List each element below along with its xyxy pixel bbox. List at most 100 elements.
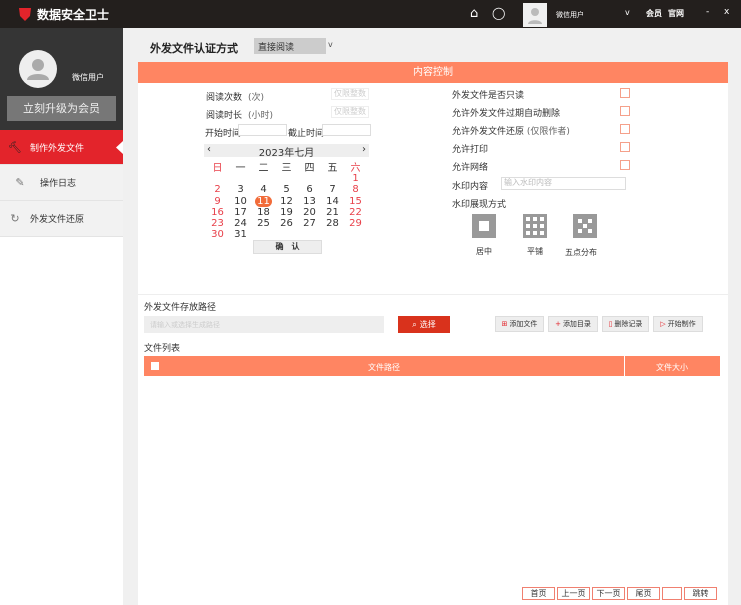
calendar-day[interactable]: 31 (229, 229, 252, 240)
weekday-label: 五 (327, 163, 338, 174)
options-list: 外发文件是否只读 允许外发文件过期自动删除 允许外发文件还原 (仅限作者) 允许打印允… (452, 88, 630, 178)
start-making-button[interactable]: ▷ 开始制作 (653, 316, 703, 332)
calendar-day[interactable]: 3 (229, 184, 252, 195)
auth-label: 外发文件认证方式 (150, 42, 238, 55)
mode-label: 平铺 (527, 247, 543, 256)
calendar-day[interactable]: 2 (206, 184, 229, 195)
watermark-input[interactable]: 输入水印内容 (501, 177, 626, 190)
calendar-day[interactable]: 19 (275, 207, 298, 218)
calendar-day[interactable]: 10 (229, 196, 252, 207)
option-checkbox[interactable] (620, 124, 630, 134)
calendar-day[interactable]: 9 (206, 196, 229, 207)
add-file-button[interactable]: ⊞ 添加文件 (495, 316, 544, 332)
calendar-confirm-button[interactable]: 确 认 (253, 240, 322, 254)
calendar-day[interactable]: 12 (275, 196, 298, 207)
read-count-input[interactable]: 仅限整数 (331, 88, 369, 100)
five-point-icon (573, 214, 597, 238)
option-label: 允许外发文件过期自动删除 (452, 109, 561, 119)
end-time-label: 截止时间 (288, 129, 325, 139)
calendar-day[interactable]: 1 (344, 173, 367, 184)
trash-icon: ▯ (608, 320, 613, 328)
add-directory-button[interactable]: + 添加目录 (548, 316, 598, 332)
last-page-button[interactable]: 尾页 (627, 587, 660, 600)
option-checkbox[interactable] (620, 142, 630, 152)
auth-select[interactable]: 直接阅读 (254, 38, 326, 54)
calendar-day[interactable]: 24 (229, 218, 252, 229)
end-time-input[interactable] (322, 124, 371, 136)
calendar-day[interactable]: 5 (275, 184, 298, 195)
plus-icon: + (555, 320, 561, 328)
calendar-day[interactable]: 15 (344, 196, 367, 207)
tile-icon (523, 214, 547, 238)
option-checkbox[interactable] (620, 88, 630, 98)
calendar-day[interactable]: 17 (229, 207, 252, 218)
calendar-day[interactable]: 11 (252, 195, 275, 207)
user-panel: 微信用户 立刻升级为会员 (0, 28, 123, 130)
watermark-mode-center[interactable]: 居中 (472, 214, 496, 257)
main-panel: 内容控制 阅读次数 (次) 仅限整数 阅读时长 (小时) 仅限整数 开始时间 截… (138, 62, 728, 605)
user-name[interactable]: 微信用户 (556, 10, 584, 20)
calendar-day[interactable]: 29 (344, 218, 367, 229)
button-label: 开始制作 (667, 320, 696, 328)
page-input[interactable] (662, 587, 682, 600)
path-label: 外发文件存放路径 (144, 303, 217, 313)
sidebar: 微信用户 立刻升级为会员 🔨︎ 制作外发文件 ✎ 操作日志 ↻ 外发文件还原 (0, 28, 123, 605)
calendar-day[interactable]: 28 (321, 218, 344, 229)
option-checkbox[interactable] (620, 160, 630, 170)
calendar-day[interactable]: 18 (252, 207, 275, 218)
user-name: 微信用户 (72, 73, 104, 82)
close-button[interactable]: x (724, 7, 729, 17)
sidebar-item-log[interactable]: ✎ 操作日志 (0, 165, 123, 201)
calendar-day[interactable]: 26 (275, 218, 298, 229)
chevron-down-icon[interactable]: v (328, 40, 333, 49)
delete-record-button[interactable]: ▯ 删除记录 (602, 316, 649, 332)
go-page-button[interactable]: 跳转 (684, 587, 717, 600)
calendar-day[interactable]: 21 (321, 207, 344, 218)
home-icon[interactable]: ⌂ (470, 6, 478, 21)
chat-icon[interactable]: ◯ (492, 6, 505, 20)
sidebar-item-make-file[interactable]: 🔨︎ 制作外发文件 (0, 130, 123, 165)
start-time-input[interactable] (238, 124, 287, 136)
calendar-day[interactable]: 6 (298, 184, 321, 195)
read-duration-label: 阅读时长 (206, 111, 243, 121)
center-icon (472, 214, 496, 238)
weekday-label: 一 (235, 163, 246, 174)
watermark-mode-five-point[interactable]: 五点分布 (565, 214, 597, 258)
next-page-button[interactable]: 下一页 (592, 587, 625, 600)
website-link[interactable]: 官网 (668, 8, 684, 19)
watermark-mode-tile[interactable]: 平铺 (523, 214, 547, 257)
calendar-day[interactable]: 25 (252, 218, 275, 229)
calendar-day[interactable]: 27 (298, 218, 321, 229)
select-path-button[interactable]: ⌕ 选择 (398, 316, 450, 333)
calendar-day[interactable]: 16 (206, 207, 229, 218)
upgrade-button[interactable]: 立刻升级为会员 (7, 96, 116, 121)
watermark-mode-label: 水印展现方式 (452, 200, 507, 210)
sidebar-item-restore[interactable]: ↻ 外发文件还原 (0, 201, 123, 237)
app-title: 数据安全卫士 (37, 8, 110, 22)
calendar-day[interactable]: 4 (252, 184, 275, 195)
option-row: 允许外发文件过期自动删除 (452, 106, 630, 124)
option-label: 允许网络 (452, 163, 489, 173)
user-dropdown[interactable]: v (625, 8, 630, 17)
calendar-day[interactable]: 13 (298, 196, 321, 207)
calendar-day[interactable]: 7 (321, 184, 344, 195)
calendar-header: ‹ 2023年七月 › (204, 144, 369, 159)
calendar-next-button[interactable]: › (362, 144, 366, 155)
prev-page-button[interactable]: 上一页 (557, 587, 590, 600)
read-duration-input[interactable]: 仅限整数 (331, 106, 369, 118)
path-input[interactable]: 请输入或选择生成路径 (144, 316, 384, 333)
option-checkbox[interactable] (620, 106, 630, 116)
calendar-day[interactable]: 30 (206, 229, 229, 240)
calendar-day[interactable]: 22 (344, 207, 367, 218)
first-page-button[interactable]: 首页 (522, 587, 555, 600)
minimize-button[interactable]: - (706, 7, 709, 17)
calendar-day[interactable]: 20 (298, 207, 321, 218)
calendar-day[interactable]: 23 (206, 218, 229, 229)
calendar-day[interactable]: 14 (321, 196, 344, 207)
calendar-day[interactable]: 8 (344, 184, 367, 195)
member-link[interactable]: 会员 (646, 8, 662, 19)
mode-label: 五点分布 (565, 248, 597, 257)
weekday-label: 日 (212, 163, 223, 174)
read-duration-unit: (小时) (248, 111, 274, 121)
avatar[interactable] (523, 3, 547, 27)
